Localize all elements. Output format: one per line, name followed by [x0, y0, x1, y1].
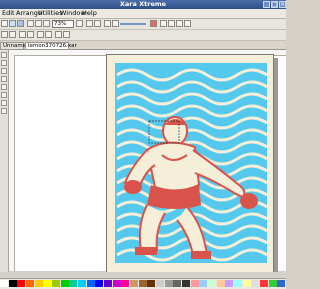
palette-swatch[interactable]: [69, 280, 78, 287]
line-icon[interactable]: [27, 31, 34, 38]
palette-swatch[interactable]: [26, 280, 35, 287]
menu-utilities[interactable]: Utilities: [38, 10, 62, 17]
flip-icon[interactable]: [176, 20, 183, 27]
palette-swatch[interactable]: [17, 280, 26, 287]
palette-swatch[interactable]: [8, 280, 17, 287]
palette-swatch[interactable]: [0, 280, 9, 287]
pen-tool-icon[interactable]: [1, 60, 7, 66]
arrow-tool-icon[interactable]: [1, 52, 7, 58]
window-title: Xara Xtreme: [119, 0, 167, 8]
palette-swatch[interactable]: [242, 280, 251, 287]
shape-tool-icon[interactable]: [1, 68, 7, 74]
zoom-dropdown-icon[interactable]: [76, 20, 83, 27]
palette-swatch[interactable]: [147, 280, 156, 287]
transform-icon[interactable]: [160, 20, 167, 27]
palette-swatch[interactable]: [208, 280, 217, 287]
palette-swatch[interactable]: [164, 280, 173, 287]
zoom-combo[interactable]: 73%: [52, 20, 74, 28]
palette-swatch[interactable]: [199, 280, 208, 287]
zoom-tool-icon[interactable]: [1, 92, 7, 98]
palette-swatch[interactable]: [190, 280, 199, 287]
menu-help[interactable]: Help: [82, 10, 97, 17]
align-icon[interactable]: [104, 20, 111, 27]
color-icon[interactable]: [150, 20, 157, 27]
palette-swatch[interactable]: [216, 280, 225, 287]
copy-icon[interactable]: [35, 20, 42, 27]
palette-swatch[interactable]: [95, 280, 104, 287]
artwork-illustration[interactable]: [107, 55, 275, 275]
palette-swatch[interactable]: [43, 280, 52, 287]
document-page[interactable]: [106, 54, 274, 274]
palette-swatch[interactable]: [234, 280, 243, 287]
palette-swatch[interactable]: [86, 280, 95, 287]
transparency-icon[interactable]: [112, 20, 119, 27]
palette-swatch[interactable]: [121, 280, 130, 287]
new-icon[interactable]: [1, 20, 8, 27]
palette-swatch[interactable]: [78, 280, 87, 287]
info-toolbar: [0, 30, 286, 41]
push-tool-icon[interactable]: [1, 100, 7, 106]
node-icon[interactable]: [9, 31, 16, 38]
selector-icon[interactable]: [1, 31, 8, 38]
save-icon[interactable]: [17, 20, 24, 27]
zoom-in-icon[interactable]: [86, 20, 93, 27]
palette-swatch[interactable]: [225, 280, 234, 287]
menu-edit[interactable]: Edit: [2, 10, 15, 17]
transparency-slider[interactable]: [120, 23, 146, 25]
palette-swatch[interactable]: [251, 280, 260, 287]
toolbox: [0, 50, 9, 274]
palette-swatch[interactable]: [156, 280, 165, 287]
palette-swatch[interactable]: [34, 280, 43, 287]
palette-swatch[interactable]: [104, 280, 113, 287]
close-button[interactable]: ×: [279, 1, 286, 8]
palette-swatch[interactable]: [182, 280, 191, 287]
eyedropper-tool-icon[interactable]: [1, 108, 7, 114]
palette-swatch[interactable]: [52, 280, 61, 287]
palette-swatch[interactable]: [277, 280, 286, 287]
tab-lemon-document[interactable]: lemon370726.xar: [25, 42, 77, 49]
title-bar: Xara Xtreme _ □ ×: [0, 0, 286, 9]
cut-icon[interactable]: [27, 20, 34, 27]
undo-icon[interactable]: [37, 31, 44, 38]
open-icon[interactable]: [9, 20, 16, 27]
rotate-icon[interactable]: [168, 20, 175, 27]
palette-swatch[interactable]: [260, 280, 269, 287]
text-tool-icon[interactable]: [1, 76, 7, 82]
redo-icon[interactable]: [45, 31, 52, 38]
group-icon[interactable]: [184, 20, 191, 27]
lock-icon[interactable]: [63, 31, 70, 38]
bounds-icon[interactable]: [55, 31, 62, 38]
palette-swatch[interactable]: [60, 280, 69, 287]
color-palette: [0, 278, 286, 289]
palette-swatch[interactable]: [268, 280, 277, 287]
palette-swatch[interactable]: [130, 280, 139, 287]
document-tabs: Unnamed1 lemon370726.xar: [0, 41, 286, 50]
maximize-button[interactable]: □: [271, 1, 278, 8]
minimize-button[interactable]: _: [263, 1, 270, 8]
zoom-out-icon[interactable]: [94, 20, 101, 27]
palette-swatch[interactable]: [173, 280, 182, 287]
fill-tool-icon[interactable]: [1, 84, 7, 90]
palette-swatch[interactable]: [112, 280, 121, 287]
palette-swatch[interactable]: [138, 280, 147, 287]
standard-toolbar: 73%: [0, 19, 286, 30]
fill-icon[interactable]: [19, 31, 26, 38]
paste-icon[interactable]: [43, 20, 50, 27]
menu-bar: Edit Arrange Utilities Window Help: [0, 9, 286, 19]
tab-unnamed1[interactable]: Unnamed1: [0, 42, 33, 49]
